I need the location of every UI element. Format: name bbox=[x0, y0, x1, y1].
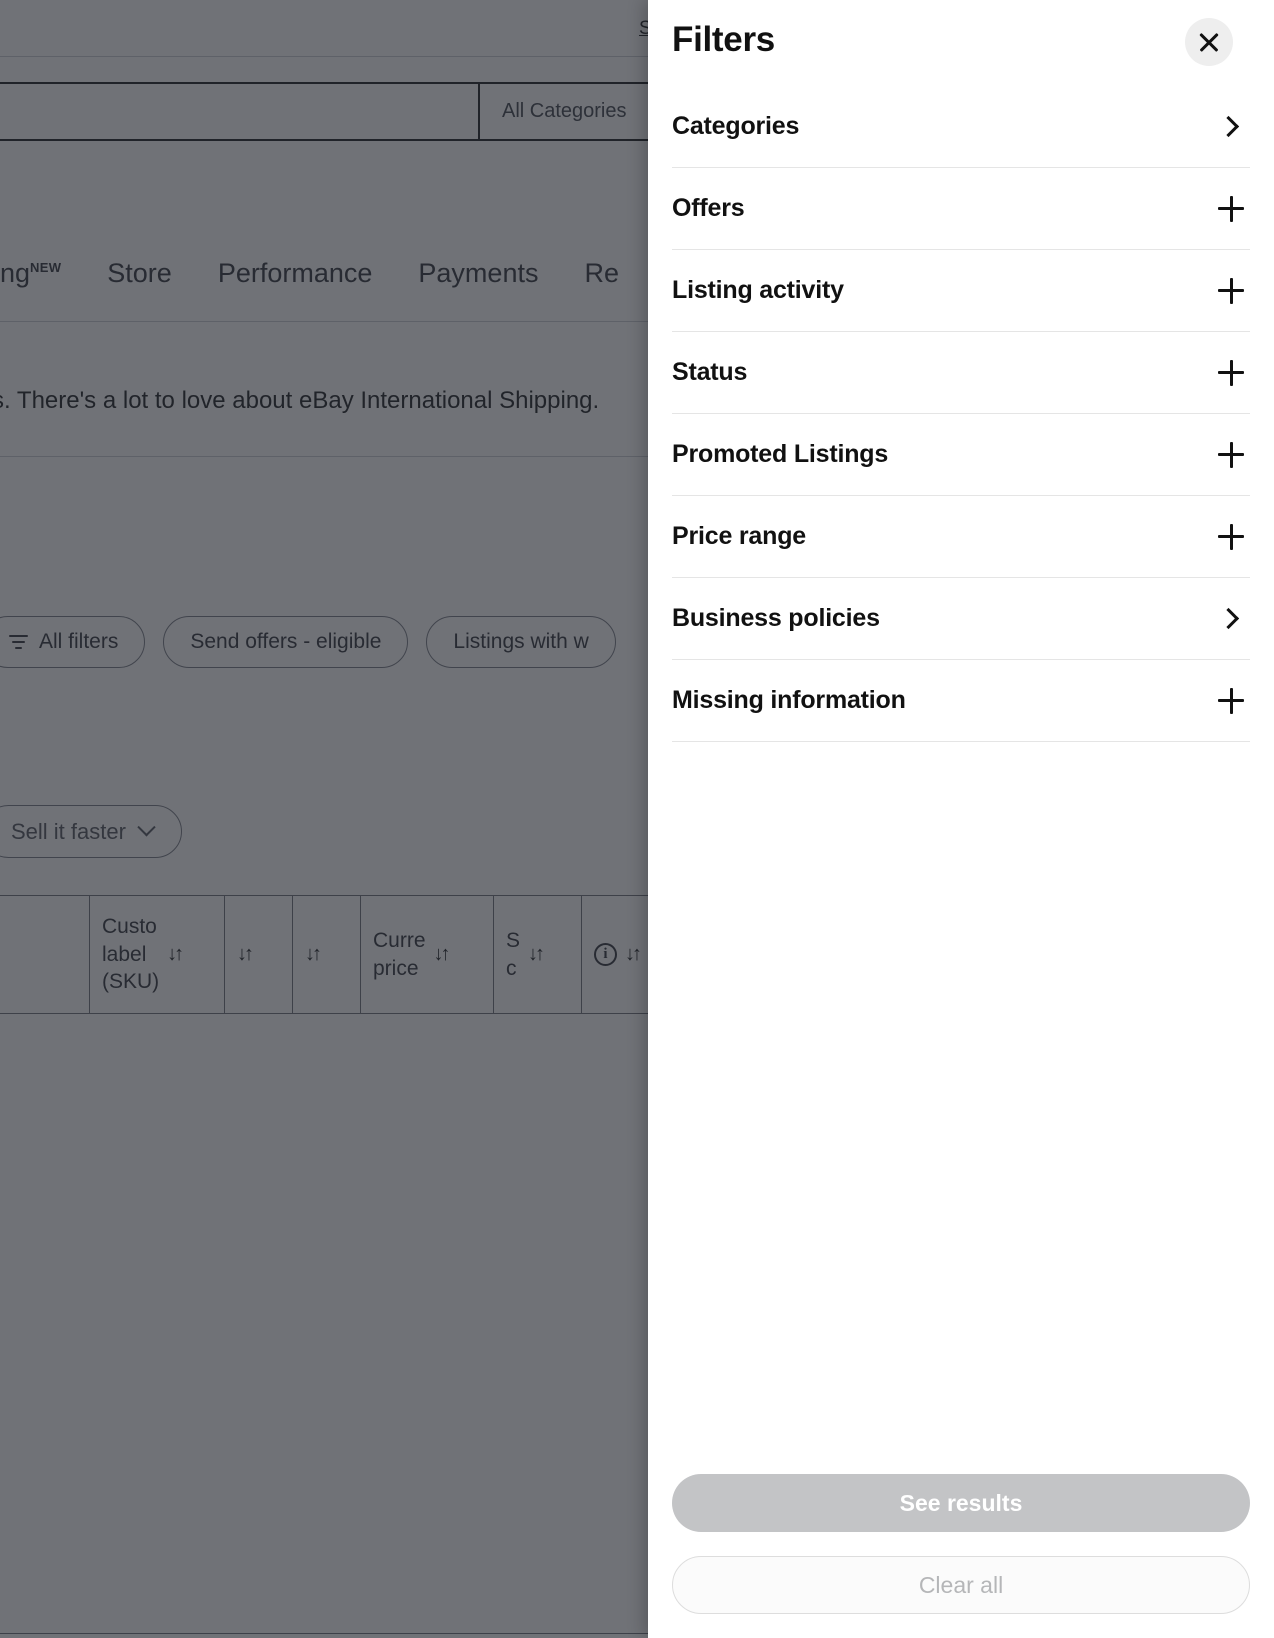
plus-icon bbox=[1218, 524, 1244, 550]
table-col-current-price[interactable]: Curre price ↓↑ bbox=[361, 896, 494, 1013]
table-col-custom-label[interactable]: Custo label (SKU) ↓↑ bbox=[90, 896, 225, 1013]
sell-it-faster-dropdown[interactable]: Sell it faster bbox=[0, 805, 182, 858]
nav-item-label: ng bbox=[0, 258, 30, 288]
table-col-unnamed-3[interactable]: ↓↑ bbox=[293, 896, 361, 1013]
chip-listings-with-watchers[interactable]: Listings with w bbox=[426, 616, 615, 668]
filter-section-business-policies[interactable]: Business policies bbox=[672, 578, 1250, 660]
table-col-label: Custo label (SKU) bbox=[102, 913, 159, 996]
filter-section-categories[interactable]: Categories bbox=[672, 86, 1250, 168]
chip-all-filters[interactable]: All filters bbox=[0, 616, 145, 668]
filter-icon bbox=[9, 635, 28, 650]
chip-send-offers-eligible[interactable]: Send offers - eligible bbox=[163, 616, 408, 668]
filter-section-listing-activity[interactable]: Listing activity bbox=[672, 250, 1250, 332]
filter-section-missing-information[interactable]: Missing information bbox=[672, 660, 1250, 742]
table-col-s-c[interactable]: S c ↓↑ bbox=[494, 896, 582, 1013]
filter-chip-row: All filters Send offers - eligible Listi… bbox=[0, 616, 616, 668]
table-col-unnamed-2[interactable]: ↓↑ bbox=[225, 896, 293, 1013]
nav-new-badge: NEW bbox=[30, 260, 61, 275]
nav-item-store[interactable]: Store bbox=[107, 258, 172, 289]
filter-section-label: Status bbox=[672, 358, 747, 387]
search-input[interactable] bbox=[0, 84, 480, 139]
sort-icon[interactable]: ↓↑ bbox=[434, 941, 448, 967]
filter-section-label: Offers bbox=[672, 194, 744, 223]
filter-section-label: Price range bbox=[672, 522, 806, 551]
close-icon bbox=[1198, 31, 1220, 53]
plus-icon bbox=[1218, 688, 1244, 714]
filters-panel-header: Filters bbox=[648, 0, 1274, 86]
chip-label: All filters bbox=[39, 630, 118, 654]
table-col-select[interactable] bbox=[0, 896, 90, 1013]
filter-section-label: Business policies bbox=[672, 604, 880, 633]
chevron-right-icon bbox=[1218, 116, 1239, 137]
filter-section-list: Categories Offers Listing activity Statu… bbox=[648, 86, 1274, 1474]
sort-icon[interactable]: ↓↑ bbox=[528, 941, 542, 967]
chevron-right-icon bbox=[1218, 608, 1239, 629]
sort-icon[interactable]: ↓↑ bbox=[237, 941, 251, 967]
filter-section-label: Listing activity bbox=[672, 276, 844, 305]
filters-panel-footer: See results Clear all bbox=[648, 1474, 1274, 1638]
table-col-label: Curre price bbox=[373, 927, 426, 982]
plus-icon bbox=[1218, 442, 1244, 468]
filter-section-offers[interactable]: Offers bbox=[672, 168, 1250, 250]
clear-all-button[interactable]: Clear all bbox=[672, 1556, 1250, 1614]
close-button[interactable] bbox=[1185, 18, 1233, 66]
plus-icon bbox=[1218, 278, 1244, 304]
nav-item-research[interactable]: Re bbox=[584, 258, 619, 289]
plus-icon bbox=[1218, 360, 1244, 386]
plus-icon bbox=[1218, 196, 1244, 222]
table-col-label: S c bbox=[506, 927, 520, 982]
sort-icon[interactable]: ↓↑ bbox=[625, 941, 639, 967]
page-title: Filters bbox=[672, 20, 775, 60]
nav-item-payments[interactable]: Payments bbox=[418, 258, 538, 289]
filter-section-label: Missing information bbox=[672, 686, 906, 715]
sort-icon[interactable]: ↓↑ bbox=[305, 941, 319, 967]
screen-root: Se All Categories ngNEW Store Performanc… bbox=[0, 0, 1274, 1638]
sell-it-faster-label: Sell it faster bbox=[11, 819, 126, 845]
info-icon[interactable]: i bbox=[594, 943, 617, 966]
chevron-down-icon bbox=[137, 818, 155, 836]
filters-panel: Filters Categories Offers Listing activi… bbox=[648, 0, 1274, 1638]
nav-item-performance[interactable]: Performance bbox=[218, 258, 373, 289]
sort-icon[interactable]: ↓↑ bbox=[167, 941, 181, 967]
filter-section-label: Categories bbox=[672, 112, 799, 141]
see-results-button[interactable]: See results bbox=[672, 1474, 1250, 1532]
nav-item-listings[interactable]: ngNEW bbox=[0, 258, 61, 289]
filter-section-status[interactable]: Status bbox=[672, 332, 1250, 414]
promo-banner-text: s. There's a lot to love about eBay Inte… bbox=[0, 387, 599, 415]
filter-section-label: Promoted Listings bbox=[672, 440, 888, 469]
filter-section-promoted-listings[interactable]: Promoted Listings bbox=[672, 414, 1250, 496]
filter-section-price-range[interactable]: Price range bbox=[672, 496, 1250, 578]
